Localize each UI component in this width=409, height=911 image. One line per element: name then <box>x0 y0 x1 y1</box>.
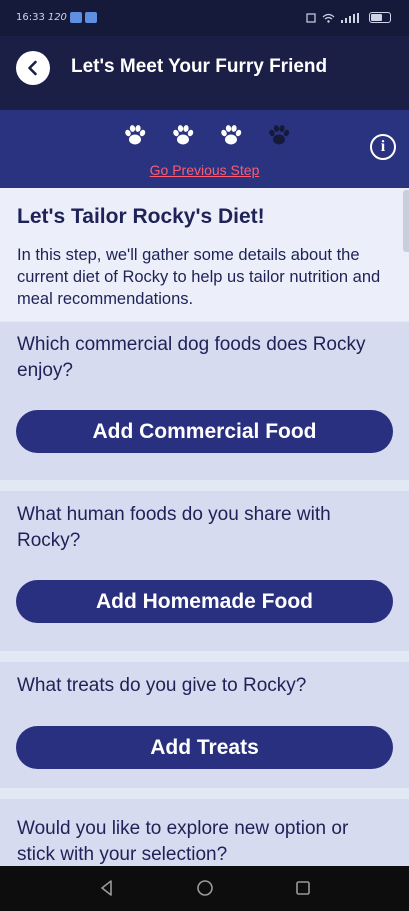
intro-description: In this step, we'll gather some details … <box>17 246 381 308</box>
circle-home-icon[interactable] <box>196 879 214 897</box>
add-commercial-food-button[interactable]: Add Commercial Food <box>16 410 393 453</box>
triangle-back-icon[interactable] <box>98 879 116 897</box>
intro-title: Let's Tailor Rocky's Diet! <box>17 205 265 228</box>
commercial-food-card: Which commercial dog foods does Rocky en… <box>0 322 409 480</box>
chevron-left-icon <box>28 60 37 76</box>
page-title: Let's Meet Your Furry Friend <box>71 56 328 77</box>
explore-options-card: Would you like to explore new option or … <box>0 799 409 866</box>
app-header: Let's Meet Your Furry Friend <box>0 36 409 110</box>
question-text: Which commercial dog foods does Rocky en… <box>17 334 366 381</box>
add-treats-button[interactable]: Add Treats <box>16 726 393 769</box>
back-button[interactable] <box>16 51 50 85</box>
question-text: What human foods do you share with Rocky… <box>17 504 331 551</box>
status-bar: 16:33 120 <box>0 0 409 36</box>
info-icon[interactable]: i <box>370 134 396 160</box>
status-time: 16:33 <box>16 12 45 23</box>
paw-icon <box>173 125 194 145</box>
battery-icon <box>369 12 391 23</box>
treats-card: What treats do you give to Rocky? Add Tr… <box>0 662 409 788</box>
homemade-food-card: What human foods do you share with Rocky… <box>0 491 409 651</box>
upload-icon <box>69 12 82 23</box>
step-progress: Go Previous Step i <box>0 110 409 188</box>
paw-icon <box>221 125 242 145</box>
question-text: Would you like to explore new option or … <box>17 818 349 865</box>
status-speed: 120 <box>47 12 67 23</box>
paw-icon <box>269 125 290 145</box>
question-text: What treats do you give to Rocky? <box>17 675 307 696</box>
intro-card: Let's Tailor Rocky's Diet! In this step,… <box>0 188 409 321</box>
status-right <box>306 12 391 23</box>
system-nav-bar <box>0 866 409 911</box>
square-recents-icon[interactable] <box>294 879 312 897</box>
nfc-icon <box>306 12 316 23</box>
step-indicators <box>122 122 292 148</box>
go-previous-step-link[interactable]: Go Previous Step <box>0 162 409 178</box>
status-left: 16:33 120 <box>16 12 97 23</box>
paw-icon <box>125 125 146 145</box>
wifi-icon <box>322 13 335 23</box>
signal-icon <box>341 12 359 23</box>
scrollbar[interactable] <box>403 190 409 252</box>
message-icon <box>84 12 97 23</box>
add-homemade-food-button[interactable]: Add Homemade Food <box>16 580 393 623</box>
